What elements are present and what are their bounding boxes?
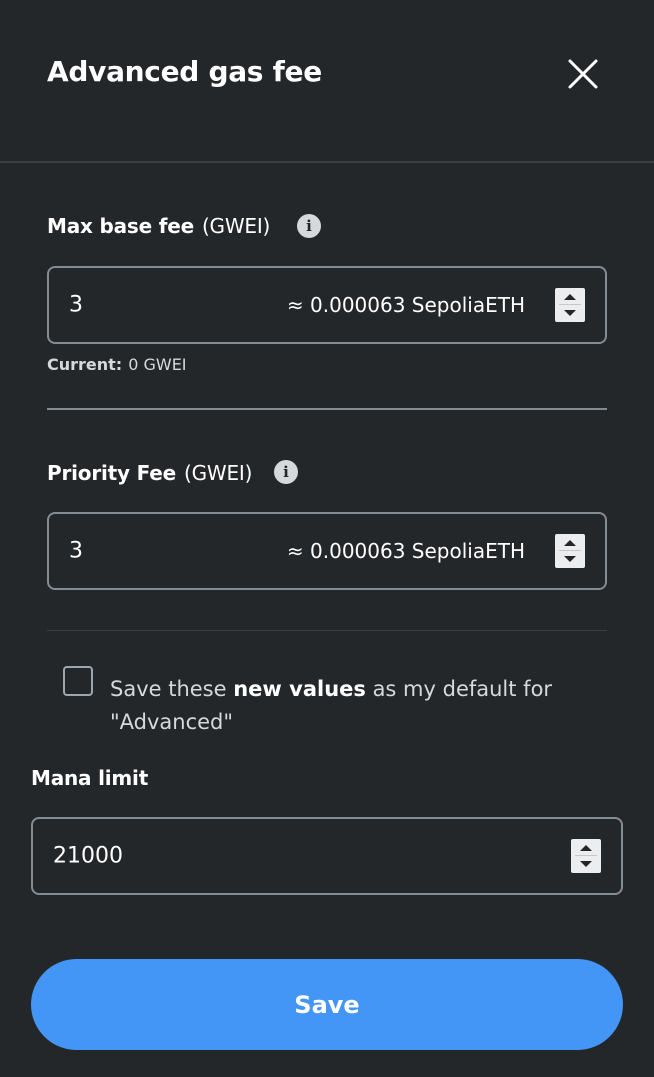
save-default-text-bold: new values [233,677,366,701]
save-default-text[interactable]: Save these new values as my default for … [110,673,590,739]
current-value: 0 GWEI [128,355,187,374]
max-base-fee-label: Max base fee (GWEI) [47,214,270,238]
chevron-down-icon [564,556,576,562]
info-icon[interactable]: i [274,460,298,484]
stepper-up-button[interactable] [571,839,601,856]
mana-limit-value[interactable]: 21000 [53,844,123,869]
priority-fee-label-text: Priority Fee [47,461,176,485]
current-label: Current: [47,355,123,374]
priority-fee-value[interactable]: 3 [69,539,83,564]
modal-title: Advanced gas fee [47,55,322,88]
chevron-up-icon [564,294,576,300]
priority-fee-input[interactable]: 3 ≈ 0.000063 SepoliaETH [47,512,607,590]
max-base-fee-input[interactable]: 3 ≈ 0.000063 SepoliaETH [47,266,607,344]
advanced-gas-fee-modal: Advanced gas fee Max base fee (GWEI) i 3 … [0,0,654,1077]
mana-limit-label: Mana limit [31,766,149,790]
priority-fee-approx: ≈ 0.000063 SepoliaETH [286,539,525,563]
chevron-down-icon [580,861,592,867]
close-button[interactable] [563,54,603,94]
stepper-up-button[interactable] [555,534,585,551]
chevron-up-icon [564,540,576,546]
chevron-up-icon [580,845,592,851]
current-base-fee: Current: 0 GWEI [47,355,187,374]
priority-fee-stepper[interactable] [555,534,585,568]
max-base-fee-value[interactable]: 3 [69,293,83,318]
close-icon [568,59,598,89]
header-divider [0,161,654,163]
max-base-fee-unit: (GWEI) [201,214,271,238]
priority-fee-label: Priority Fee (GWEI) [47,461,252,485]
save-default-checkbox[interactable] [63,666,93,696]
max-base-fee-label-text: Max base fee [47,214,194,238]
stepper-down-button[interactable] [555,551,585,568]
stepper-up-button[interactable] [555,288,585,305]
info-icon[interactable]: i [297,214,321,238]
save-default-text-before: Save these [110,677,234,701]
max-base-fee-stepper[interactable] [555,288,585,322]
mana-limit-input[interactable]: 21000 [31,817,623,895]
max-base-fee-approx: ≈ 0.000063 SepoliaETH [286,293,525,317]
section-divider [47,408,607,410]
stepper-down-button[interactable] [571,856,601,873]
priority-fee-unit: (GWEI) [183,461,253,485]
section-divider [47,630,607,631]
mana-limit-stepper[interactable] [571,839,601,873]
stepper-down-button[interactable] [555,305,585,322]
chevron-down-icon [564,310,576,316]
save-button[interactable]: Save [31,959,623,1050]
